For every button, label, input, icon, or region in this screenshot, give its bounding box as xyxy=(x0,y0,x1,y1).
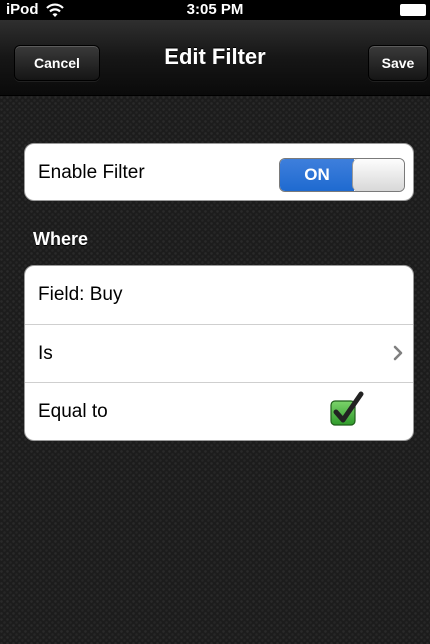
equal-to-row-label: Equal to xyxy=(38,400,108,422)
page-title: Edit Filter xyxy=(164,44,266,69)
enable-filter-label: Enable Filter xyxy=(38,162,145,183)
enable-filter-switch[interactable]: ON xyxy=(279,158,405,192)
field-row[interactable]: Field: Buy xyxy=(25,266,413,324)
status-bar: iPod 3:05 PM xyxy=(0,0,430,20)
enable-filter-row: Enable Filter ON xyxy=(25,144,413,200)
battery-icon xyxy=(400,4,426,16)
is-row-label: Is xyxy=(38,342,53,364)
switch-knob[interactable] xyxy=(352,159,404,191)
screen: iPod 3:05 PM Cancel Edit Filter Save Ena… xyxy=(0,0,430,644)
is-row[interactable]: Is xyxy=(25,324,413,382)
equal-to-row[interactable]: Equal to xyxy=(25,382,413,440)
status-time: 3:05 PM xyxy=(186,1,244,18)
chevron-right-icon xyxy=(393,345,403,361)
section-header-where: Where xyxy=(33,229,89,249)
enable-filter-group: Enable Filter ON xyxy=(24,143,414,201)
field-row-label: Field: Buy xyxy=(38,284,123,305)
save-button[interactable]: Save xyxy=(368,45,428,81)
where-group: Field: Buy Is Equal to xyxy=(24,265,414,441)
navigation-bar: Cancel Edit Filter Save xyxy=(0,20,430,96)
switch-on-label: ON xyxy=(280,159,354,191)
green-checkbox-icon[interactable] xyxy=(327,391,365,429)
